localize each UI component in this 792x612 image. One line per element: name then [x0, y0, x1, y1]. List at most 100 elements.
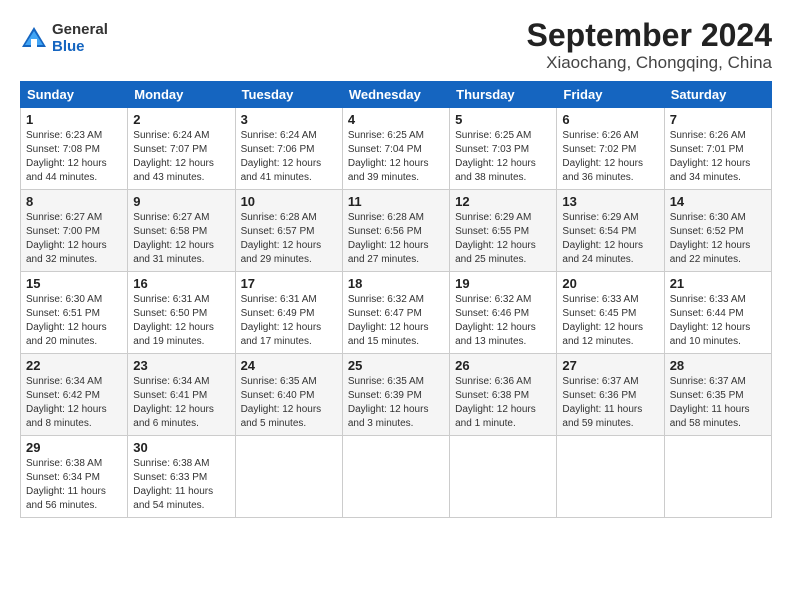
day-number: 22 — [26, 358, 122, 373]
calendar-cell: 18 Sunrise: 6:32 AMSunset: 6:47 PMDayligh… — [342, 272, 449, 354]
day-number: 15 — [26, 276, 122, 291]
day-number: 12 — [455, 194, 551, 209]
day-info: Sunrise: 6:34 AMSunset: 6:41 PMDaylight:… — [133, 375, 229, 431]
day-number: 5 — [455, 112, 551, 127]
day-info: Sunrise: 6:28 AMSunset: 6:57 PMDaylight:… — [241, 211, 337, 267]
col-monday: Monday — [128, 82, 235, 108]
day-info: Sunrise: 6:36 AMSunset: 6:38 PMDaylight:… — [455, 375, 551, 431]
calendar-cell: 30Sunrise: 6:38 AMSunset: 6:33 PMDayligh… — [128, 436, 235, 518]
calendar-cell: 21 Sunrise: 6:33 AMSunset: 6:44 PMDayligh… — [664, 272, 771, 354]
day-info: Sunrise: 6:30 AMSunset: 6:52 PMDaylight:… — [670, 211, 766, 267]
col-saturday: Saturday — [664, 82, 771, 108]
day-info: Sunrise: 6:26 AMSunset: 7:01 PMDaylight:… — [670, 129, 766, 185]
col-tuesday: Tuesday — [235, 82, 342, 108]
calendar-cell: 29 Sunrise: 6:38 AMSunset: 6:34 PMDayligh… — [21, 436, 128, 518]
day-info: Sunrise: 6:29 AMSunset: 6:55 PMDaylight:… — [455, 211, 551, 267]
day-number: 30 — [133, 440, 229, 455]
day-info: Sunrise: 6:34 AMSunset: 6:42 PMDaylight:… — [26, 375, 122, 431]
logo-text: General Blue — [52, 22, 108, 55]
day-number: 19 — [455, 276, 551, 291]
day-info: Sunrise: 6:32 AMSunset: 6:47 PMDaylight:… — [348, 293, 444, 349]
day-info: Sunrise: 6:27 AMSunset: 6:58 PMDaylight:… — [133, 211, 229, 267]
calendar-cell: 25 Sunrise: 6:35 AMSunset: 6:39 PMDayligh… — [342, 354, 449, 436]
calendar-cell: 8 Sunrise: 6:27 AMSunset: 7:00 PMDaylight… — [21, 190, 128, 272]
day-info: Sunrise: 6:29 AMSunset: 6:54 PMDaylight:… — [562, 211, 658, 267]
day-info: Sunrise: 6:33 AMSunset: 6:44 PMDaylight:… — [670, 293, 766, 349]
calendar-week-5: 29 Sunrise: 6:38 AMSunset: 6:34 PMDayligh… — [21, 436, 772, 518]
calendar-cell: 15 Sunrise: 6:30 AMSunset: 6:51 PMDayligh… — [21, 272, 128, 354]
day-number: 29 — [26, 440, 122, 455]
day-number: 4 — [348, 112, 444, 127]
day-number: 9 — [133, 194, 229, 209]
page: General Blue September 2024 Xiaochang, C… — [0, 0, 792, 528]
col-thursday: Thursday — [450, 82, 557, 108]
day-number: 23 — [133, 358, 229, 373]
day-number: 25 — [348, 358, 444, 373]
calendar-week-3: 15 Sunrise: 6:30 AMSunset: 6:51 PMDayligh… — [21, 272, 772, 354]
header: General Blue September 2024 Xiaochang, C… — [20, 18, 772, 73]
calendar-cell — [235, 436, 342, 518]
calendar-cell: 19Sunrise: 6:32 AMSunset: 6:46 PMDayligh… — [450, 272, 557, 354]
calendar-cell: 14 Sunrise: 6:30 AMSunset: 6:52 PMDayligh… — [664, 190, 771, 272]
calendar-cell: 6Sunrise: 6:26 AMSunset: 7:02 PMDaylight… — [557, 108, 664, 190]
calendar-cell: 17Sunrise: 6:31 AMSunset: 6:49 PMDayligh… — [235, 272, 342, 354]
day-info: Sunrise: 6:23 AMSunset: 7:08 PMDaylight:… — [26, 129, 122, 185]
day-info: Sunrise: 6:30 AMSunset: 6:51 PMDaylight:… — [26, 293, 122, 349]
col-sunday: Sunday — [21, 82, 128, 108]
calendar-cell: 27Sunrise: 6:37 AMSunset: 6:36 PMDayligh… — [557, 354, 664, 436]
calendar-cell: 11 Sunrise: 6:28 AMSunset: 6:56 PMDayligh… — [342, 190, 449, 272]
calendar-cell — [450, 436, 557, 518]
calendar-cell: 12 Sunrise: 6:29 AMSunset: 6:55 PMDayligh… — [450, 190, 557, 272]
day-number: 26 — [455, 358, 551, 373]
calendar-cell — [664, 436, 771, 518]
day-number: 8 — [26, 194, 122, 209]
calendar-header-row: Sunday Monday Tuesday Wednesday Thursday… — [21, 82, 772, 108]
col-wednesday: Wednesday — [342, 82, 449, 108]
day-number: 13 — [562, 194, 658, 209]
calendar-cell — [557, 436, 664, 518]
day-info: Sunrise: 6:25 AMSunset: 7:04 PMDaylight:… — [348, 129, 444, 185]
day-number: 27 — [562, 358, 658, 373]
calendar-cell: 13 Sunrise: 6:29 AMSunset: 6:54 PMDayligh… — [557, 190, 664, 272]
day-info: Sunrise: 6:28 AMSunset: 6:56 PMDaylight:… — [348, 211, 444, 267]
day-number: 28 — [670, 358, 766, 373]
calendar-cell — [342, 436, 449, 518]
logo: General Blue — [20, 22, 108, 55]
calendar-cell: 4 Sunrise: 6:25 AMSunset: 7:04 PMDaylight… — [342, 108, 449, 190]
day-info: Sunrise: 6:31 AMSunset: 6:49 PMDaylight:… — [241, 293, 337, 349]
title-block: September 2024 Xiaochang, Chongqing, Chi… — [527, 18, 772, 73]
day-info: Sunrise: 6:27 AMSunset: 7:00 PMDaylight:… — [26, 211, 122, 267]
day-number: 14 — [670, 194, 766, 209]
day-number: 3 — [241, 112, 337, 127]
day-number: 7 — [670, 112, 766, 127]
day-info: Sunrise: 6:38 AMSunset: 6:34 PMDaylight:… — [26, 457, 122, 513]
day-info: Sunrise: 6:37 AMSunset: 6:35 PMDaylight:… — [670, 375, 766, 431]
day-info: Sunrise: 6:35 AMSunset: 6:40 PMDaylight:… — [241, 375, 337, 431]
day-number: 11 — [348, 194, 444, 209]
day-info: Sunrise: 6:26 AMSunset: 7:02 PMDaylight:… — [562, 129, 658, 185]
logo-icon — [20, 25, 48, 53]
calendar-cell: 9 Sunrise: 6:27 AMSunset: 6:58 PMDaylight… — [128, 190, 235, 272]
calendar-cell: 23 Sunrise: 6:34 AMSunset: 6:41 PMDayligh… — [128, 354, 235, 436]
calendar-cell: 2Sunrise: 6:24 AMSunset: 7:07 PMDaylight… — [128, 108, 235, 190]
day-number: 21 — [670, 276, 766, 291]
calendar-cell: 26 Sunrise: 6:36 AMSunset: 6:38 PMDayligh… — [450, 354, 557, 436]
page-subtitle: Xiaochang, Chongqing, China — [527, 53, 772, 73]
calendar-week-2: 8 Sunrise: 6:27 AMSunset: 7:00 PMDaylight… — [21, 190, 772, 272]
calendar-cell: 22 Sunrise: 6:34 AMSunset: 6:42 PMDayligh… — [21, 354, 128, 436]
calendar-week-1: 1Sunrise: 6:23 AMSunset: 7:08 PMDaylight… — [21, 108, 772, 190]
logo-general: General — [52, 22, 108, 39]
day-info: Sunrise: 6:24 AMSunset: 7:06 PMDaylight:… — [241, 129, 337, 185]
calendar-table: Sunday Monday Tuesday Wednesday Thursday… — [20, 81, 772, 518]
page-title: September 2024 — [527, 18, 772, 53]
day-info: Sunrise: 6:33 AMSunset: 6:45 PMDaylight:… — [562, 293, 658, 349]
day-number: 24 — [241, 358, 337, 373]
day-info: Sunrise: 6:35 AMSunset: 6:39 PMDaylight:… — [348, 375, 444, 431]
calendar-cell: 5Sunrise: 6:25 AMSunset: 7:03 PMDaylight… — [450, 108, 557, 190]
calendar-cell: 16Sunrise: 6:31 AMSunset: 6:50 PMDayligh… — [128, 272, 235, 354]
day-number: 18 — [348, 276, 444, 291]
calendar-cell: 28 Sunrise: 6:37 AMSunset: 6:35 PMDayligh… — [664, 354, 771, 436]
day-number: 16 — [133, 276, 229, 291]
calendar-week-4: 22 Sunrise: 6:34 AMSunset: 6:42 PMDayligh… — [21, 354, 772, 436]
calendar-cell: 24 Sunrise: 6:35 AMSunset: 6:40 PMDayligh… — [235, 354, 342, 436]
